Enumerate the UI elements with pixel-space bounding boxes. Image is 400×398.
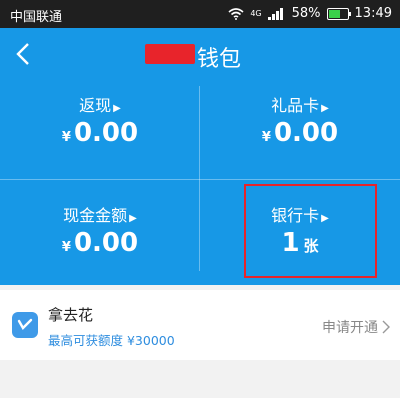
header: 钱包 [0,28,400,80]
apply-button[interactable]: 申请开通 [322,317,390,337]
wallet-app-icon [12,312,38,338]
promo-row[interactable]: 拿去花 最高可获额度 ¥30000 申请开通 [0,290,400,360]
chevron-right-icon: ▶ [113,103,121,114]
status-indicators: 4G 58% 13:49 [228,6,392,21]
cash-balance-value: ¥0.00 [61,228,139,258]
chevron-right-icon: ▶ [129,213,137,224]
chevron-right-icon: ▶ [321,103,329,114]
gift-card-value: ¥0.00 [261,118,339,148]
cashback-value: ¥0.00 [61,118,139,148]
annotation-highlight [244,184,377,278]
battery-percent: 58% [291,6,321,21]
cash-balance-label: 现金金额 ▶ [63,206,137,225]
promo-subtitle: 最高可获额度 ¥30000 [48,333,175,348]
gift-card-label: 礼品卡 ▶ [271,96,329,115]
cash-balance-card[interactable]: 现金金额 ▶ ¥0.00 [0,190,200,290]
network-type: 4G [250,9,262,18]
clock: 13:49 [354,6,392,21]
battery-icon [326,7,351,20]
carrier-label: 中国联通 [10,10,63,25]
gift-card-card[interactable]: 礼品卡 ▶ ¥0.00 [200,80,400,180]
cashback-card[interactable]: 返现 ▶ ¥0.00 [0,80,200,180]
cashback-label: 返现 ▶ [79,96,121,115]
status-bar: 中国联通 4G 58% 13:49 [0,0,400,28]
wifi-icon [228,7,244,20]
back-icon[interactable] [14,41,32,67]
page-title: 钱包 [145,38,265,72]
signal-icon [267,7,286,20]
chevron-right-icon [382,320,390,334]
page-title-text: 钱包 [197,47,242,72]
promo-name: 拿去花 [48,306,94,324]
redaction-mark [145,44,195,64]
